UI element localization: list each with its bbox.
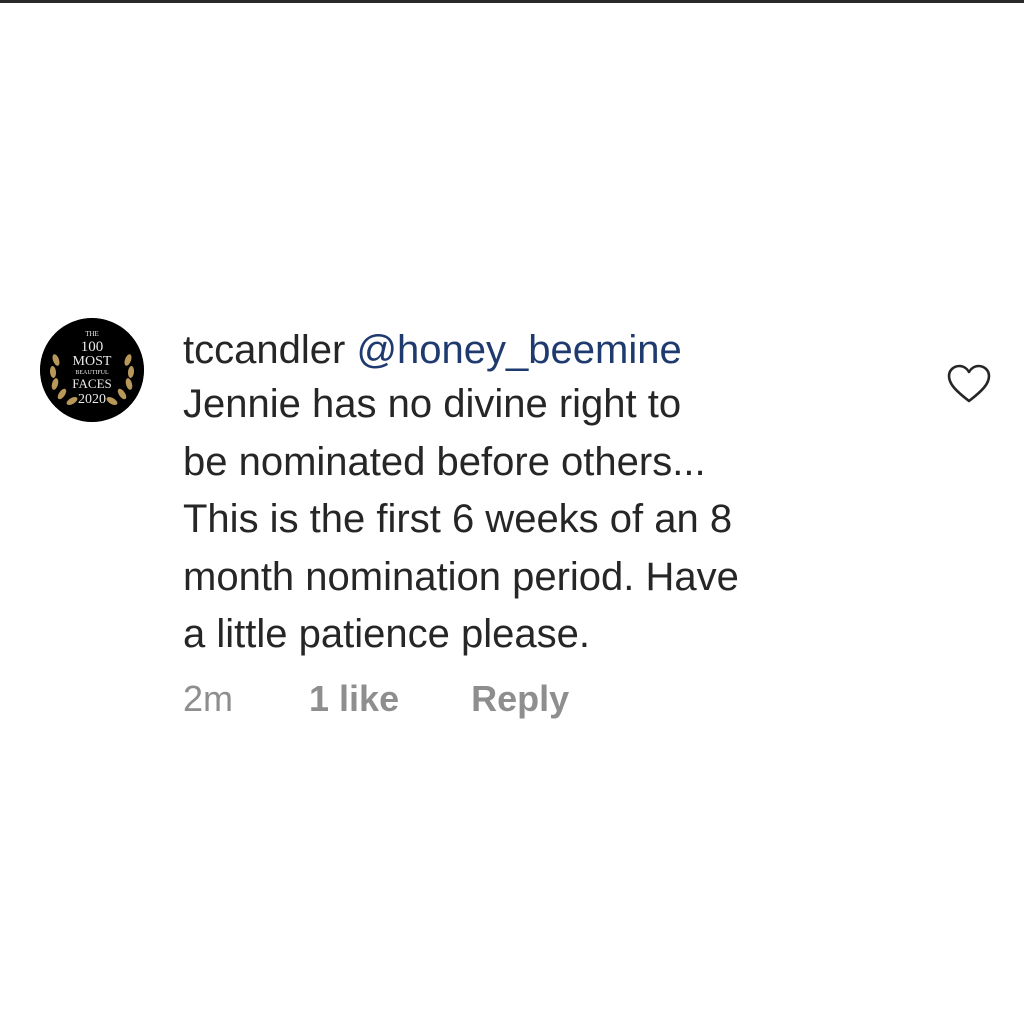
comment-timestamp: 2m	[183, 677, 234, 719]
comment-content: tccandler @honey_beemine Jennie has no d…	[183, 324, 883, 724]
badge-line-6: 2020	[78, 392, 106, 407]
award-badge-icon: THE 100 MOST BEAUTIFUL FACES 2020	[40, 318, 144, 422]
comment-text-line: a little patience please.	[183, 612, 590, 656]
comment: THE 100 MOST BEAUTIFUL FACES 2020 tccand…	[40, 318, 992, 738]
heart-outline-icon	[947, 364, 991, 403]
comment-text-line: This is the first 6 weeks of an 8	[183, 497, 733, 541]
username-link[interactable]: tccandler	[183, 328, 345, 372]
badge-line-5: FACES	[72, 376, 112, 391]
badge-line-2: 100	[81, 339, 104, 355]
comment-text: Jennie has no divine right to be nominat…	[183, 376, 883, 664]
badge-line-1: THE	[85, 330, 99, 338]
comment-text-line: Jennie has no divine right to	[183, 382, 682, 426]
avatar[interactable]: THE 100 MOST BEAUTIFUL FACES 2020	[40, 318, 144, 422]
comment-meta: 2m 1 like Reply	[183, 674, 883, 724]
badge-line-3: MOST	[73, 354, 112, 369]
comment-text-line: be nominated before others...	[183, 439, 706, 484]
comment-headline: tccandler @honey_beemine	[183, 324, 883, 376]
like-button[interactable]	[946, 363, 992, 405]
top-border	[0, 0, 1024, 3]
mention-link[interactable]: @honey_beemine	[356, 328, 681, 372]
reply-button[interactable]: Reply	[471, 674, 569, 724]
likes-count-button[interactable]: 1 like	[309, 674, 399, 724]
comment-text-line: month nomination period. Have	[183, 554, 739, 599]
